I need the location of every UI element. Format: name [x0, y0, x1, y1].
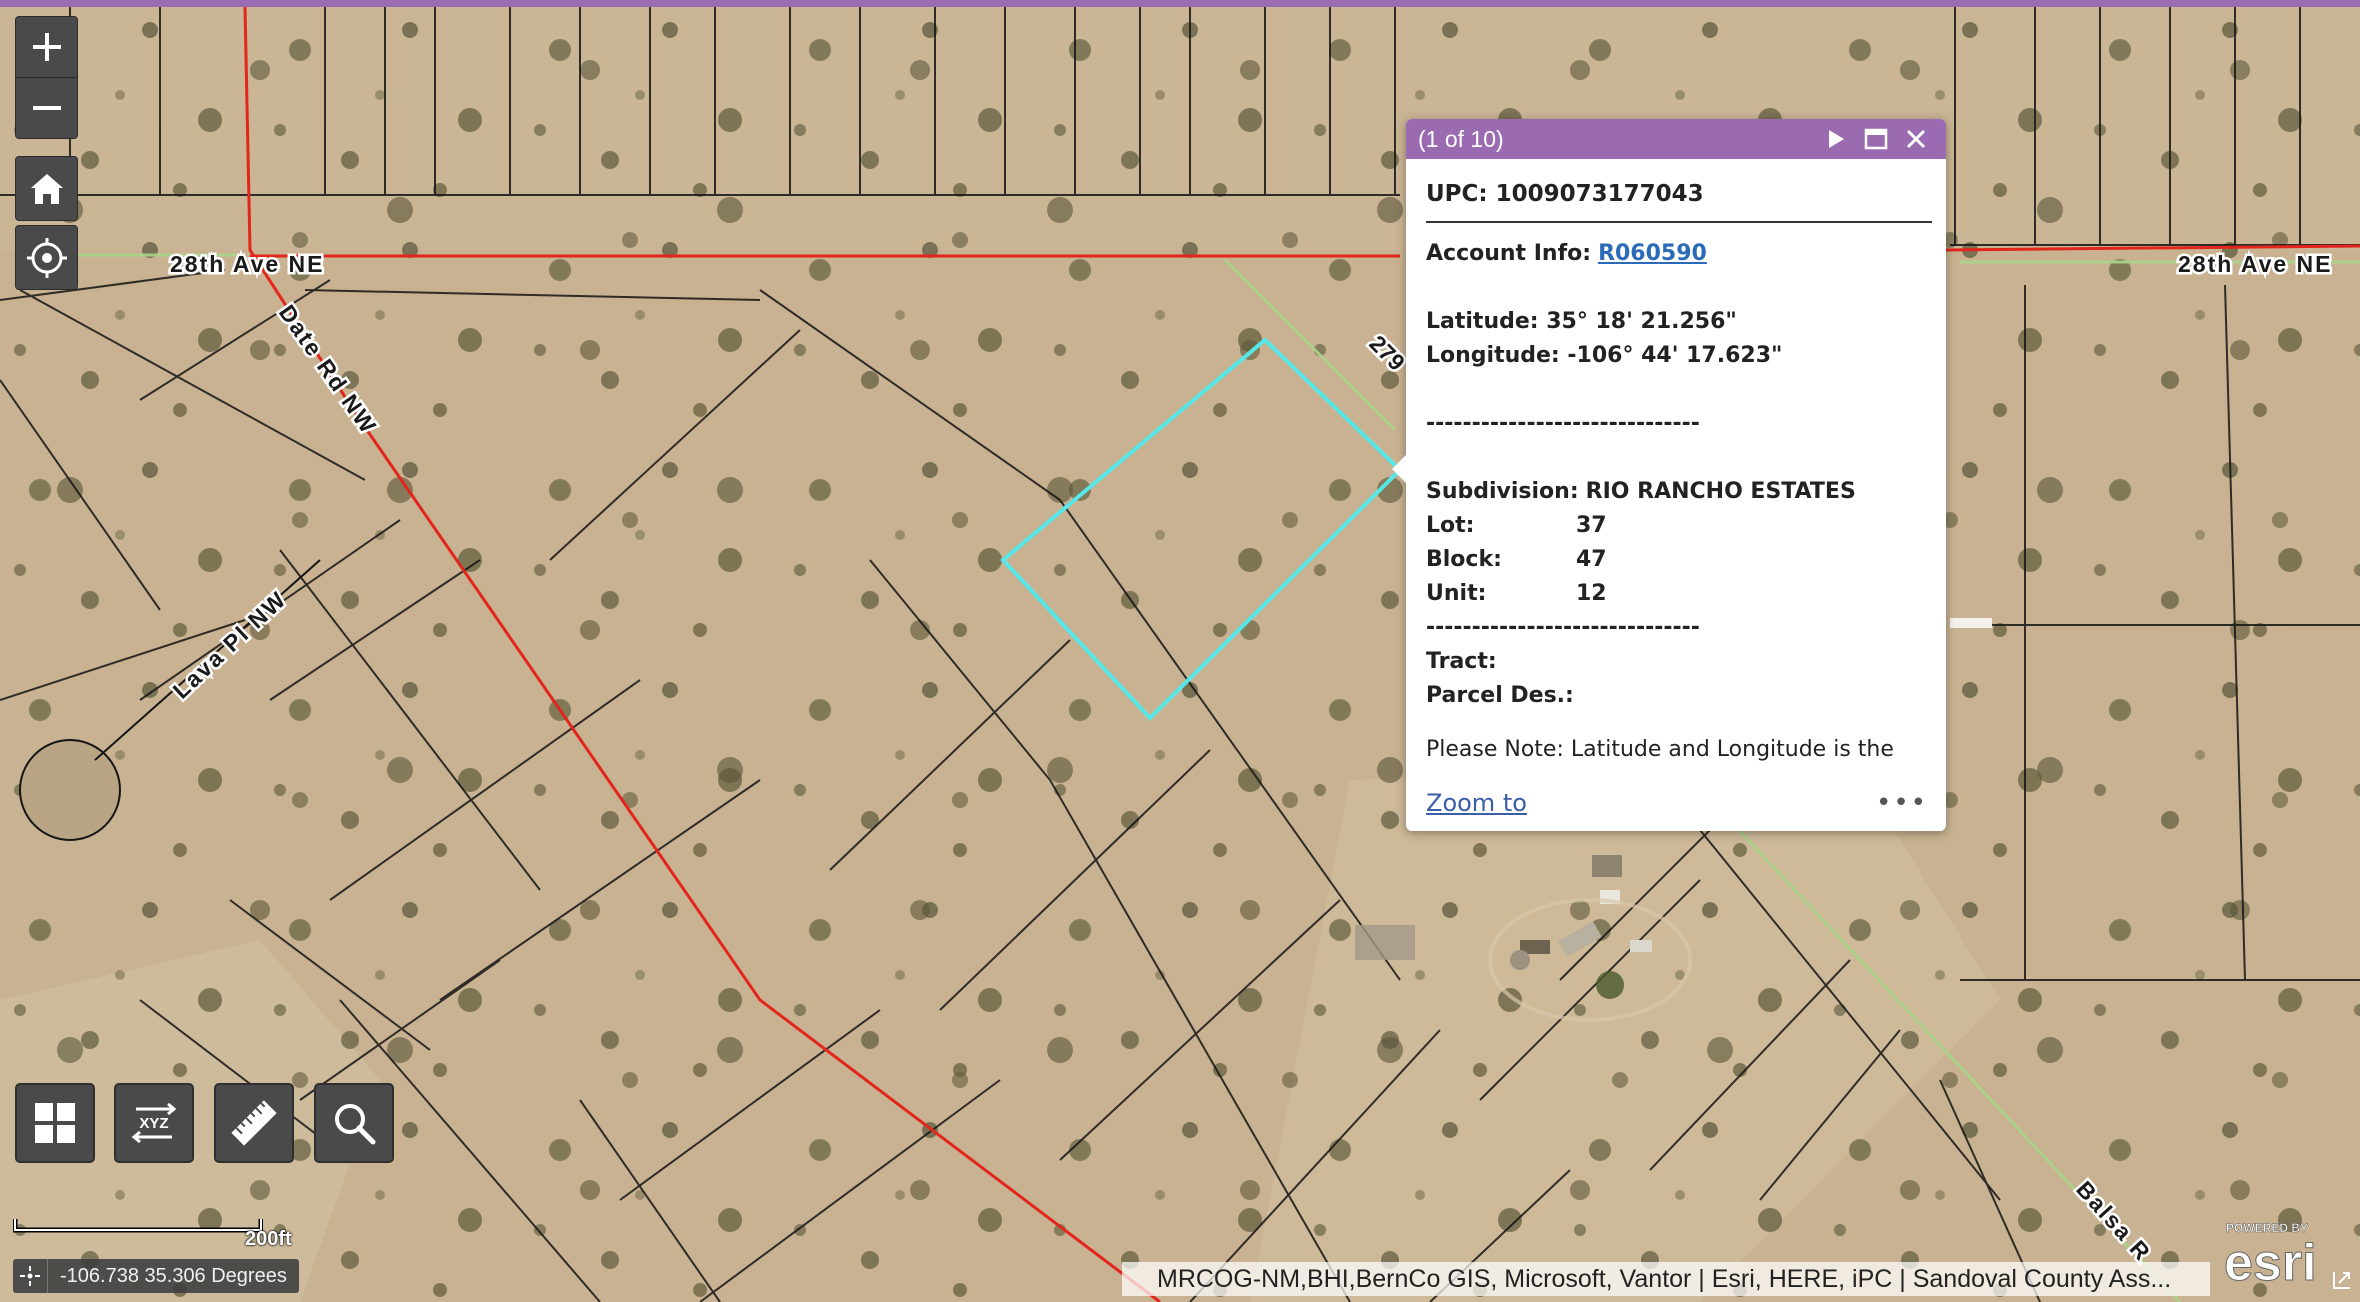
popup-header: (1 of 10) — [1406, 119, 1946, 159]
home-button[interactable] — [15, 156, 78, 221]
account-label: Account Info: — [1426, 241, 1592, 266]
maximize-icon — [1864, 128, 1888, 150]
parcel-des-label: Parcel Des.: — [1426, 683, 1574, 708]
block-label: Block: — [1426, 547, 1502, 572]
separator-line-2: ------------------------------ — [1426, 615, 1700, 640]
latitude-field: Latitude: 35° 18' 21.256" — [1426, 309, 1737, 334]
plus-icon — [32, 33, 61, 61]
popup-feature-count: (1 of 10) — [1418, 125, 1504, 152]
close-button[interactable] — [1896, 119, 1936, 159]
unit-label: Unit: — [1426, 581, 1487, 606]
locate-icon — [26, 237, 67, 278]
separator-line: ------------------------------ — [1426, 411, 1700, 436]
zoom-out-button[interactable] — [16, 77, 77, 138]
scale-bar — [13, 1219, 263, 1233]
more-actions-button[interactable]: ••• — [1876, 788, 1932, 818]
location-note: Please Note: Latitude and Longitude is t… — [1426, 737, 1894, 773]
ruler-icon — [231, 1100, 277, 1146]
zoom-in-button[interactable] — [16, 17, 77, 77]
feature-popup: (1 of 10) UPC: 1009073177043 Account Inf… — [1392, 119, 1946, 831]
road-label-28th-left: 28th Ave NE — [170, 251, 325, 277]
coordinate-conversion-button[interactable]: XYZ — [114, 1083, 194, 1163]
basemap-gallery-button[interactable] — [15, 1083, 95, 1163]
svg-text:POWERED BY: POWERED BY — [2226, 1221, 2308, 1235]
search-button[interactable] — [314, 1083, 394, 1163]
upc-field: UPC: 1009073177043 — [1426, 177, 1932, 223]
zoom-controls — [15, 16, 78, 139]
measure-button[interactable] — [214, 1083, 294, 1163]
next-feature-button[interactable] — [1816, 119, 1856, 159]
cul-de-sac — [19, 739, 121, 841]
lot-value: 37 — [1576, 513, 1607, 538]
top-accent-bar — [0, 0, 2360, 7]
close-icon — [1906, 129, 1926, 149]
minus-icon — [32, 106, 61, 110]
svg-text:XYZ: XYZ — [139, 1115, 168, 1132]
lot-label: Lot: — [1426, 513, 1475, 538]
road-label-28th-right: 28th Ave NE — [2178, 251, 2333, 277]
coordinate-locate-button[interactable] — [13, 1259, 48, 1293]
grid-icon — [35, 1103, 75, 1143]
xyz-arrows-icon: XYZ — [131, 1102, 177, 1144]
svg-text:esri: esri — [2224, 1234, 2317, 1288]
block-value: 47 — [1576, 547, 1607, 572]
popup-pointer — [1392, 455, 1406, 483]
attribution-expand-icon[interactable] — [2330, 1268, 2354, 1292]
subdivision-label: Subdivision: — [1426, 479, 1579, 504]
home-icon — [30, 173, 63, 204]
crosshair-icon — [20, 1266, 40, 1286]
esri-logo: POWERED BY esri — [2224, 1221, 2318, 1288]
zoom-to-link[interactable]: Zoom to — [1426, 789, 1527, 817]
locate-button[interactable] — [15, 225, 78, 290]
popup-footer: Zoom to ••• — [1426, 783, 1932, 823]
coordinate-readout: -106.738 35.306 Degrees — [13, 1259, 299, 1293]
longitude-field: Longitude: -106° 44' 17.623" — [1426, 343, 1783, 368]
maximize-button[interactable] — [1856, 119, 1896, 159]
play-next-icon — [1829, 130, 1844, 148]
scale-label: 200ft — [245, 1228, 292, 1250]
map-attribution[interactable]: MRCOG-NM,BHI,BernCo GIS, Microsoft, Vant… — [1122, 1262, 2210, 1296]
account-link[interactable]: R060590 — [1598, 241, 1707, 266]
unit-value: 12 — [1576, 581, 1607, 606]
tract-label: Tract: — [1426, 649, 1497, 674]
subdivision-value: RIO RANCHO ESTATES — [1585, 479, 1856, 504]
popup-content: UPC: 1009073177043 Account Info: R060590… — [1426, 177, 1932, 773]
coordinate-value: -106.738 35.306 Degrees — [60, 1264, 287, 1287]
search-icon — [335, 1104, 376, 1145]
